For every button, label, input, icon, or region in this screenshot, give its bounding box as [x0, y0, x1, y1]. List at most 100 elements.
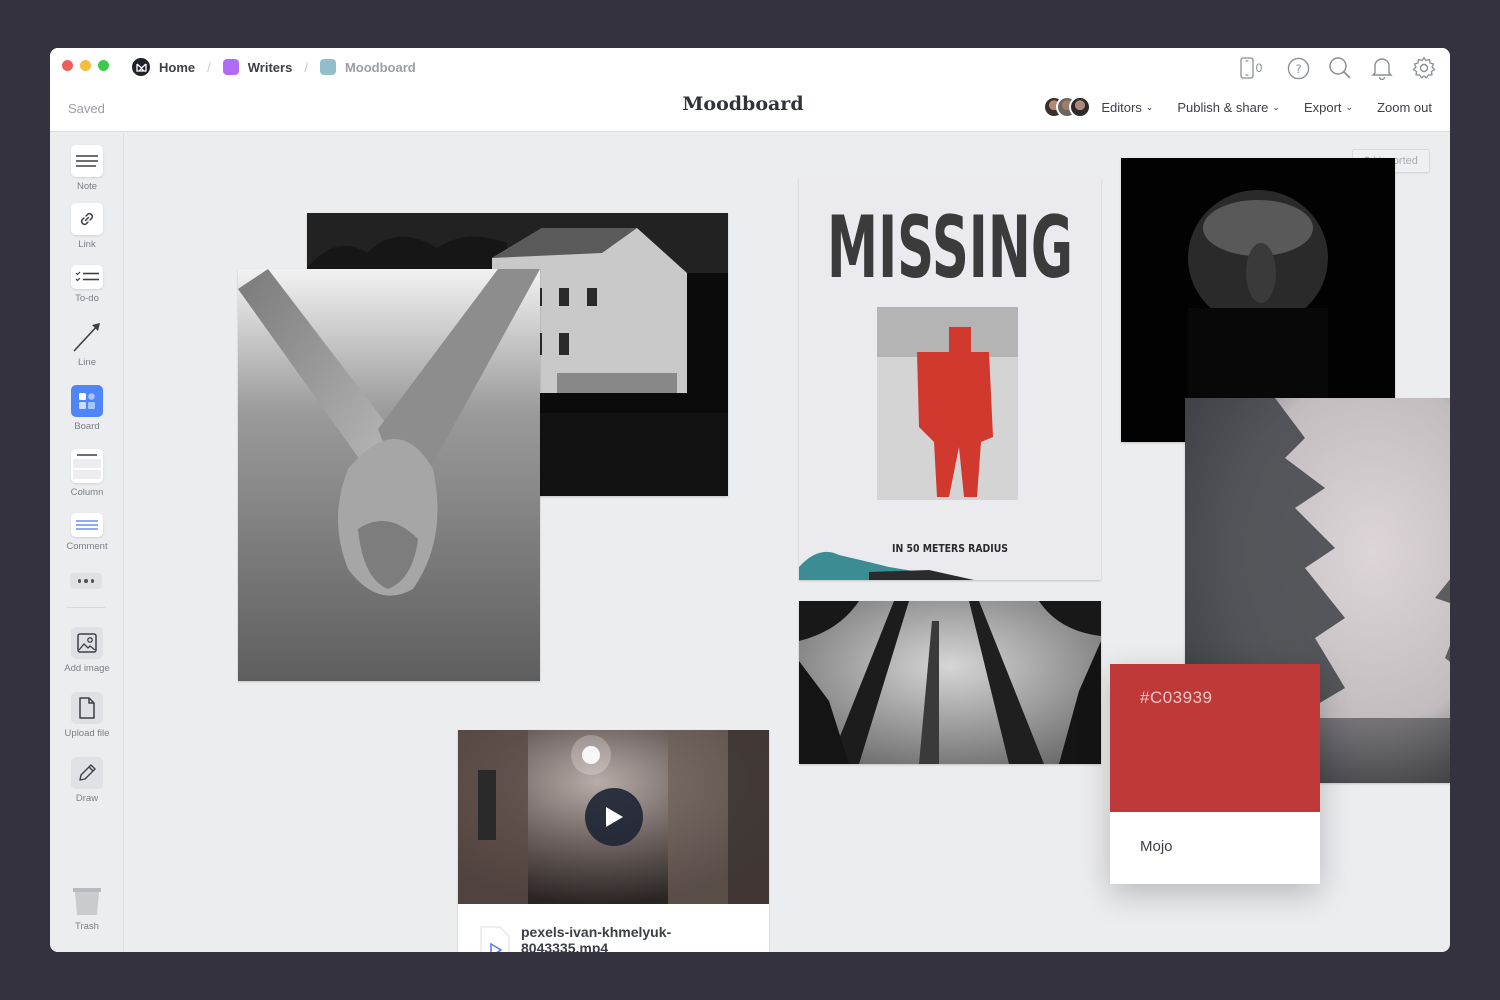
tool-add-image-box [71, 627, 103, 659]
tool-board[interactable]: Board [50, 385, 124, 432]
window-controls [62, 60, 109, 71]
video-file-name: pexels-ivan-khmelyuk-8043335.mp4 [521, 924, 672, 952]
trash-icon [73, 888, 101, 915]
trash-button[interactable]: Trash [50, 885, 124, 932]
tool-draw-box [71, 757, 103, 789]
breadcrumb-label: Writers [247, 59, 293, 75]
poster-subtitle: IN 50 METERS RADIUS [892, 542, 1008, 555]
chevron-down-icon: ⌄ [1145, 101, 1154, 112]
zoom-out-label: Zoom out [1377, 99, 1432, 115]
hands-image [238, 269, 540, 681]
top-bar: Home / Writers / Moodboard Saved Moodboa… [50, 48, 1450, 132]
export-dropdown[interactable]: Export ⌄ [1304, 100, 1353, 115]
svg-text:?: ? [1295, 61, 1301, 75]
tool-line[interactable]: Line [50, 321, 124, 368]
tool-column[interactable]: Column [50, 449, 124, 498]
publish-share-label: Publish & share [1177, 99, 1269, 115]
tool-label: Comment [66, 541, 108, 552]
tool-line-box [71, 321, 103, 353]
publish-share-dropdown[interactable]: Publish & share ⌄ [1177, 100, 1280, 115]
video-card[interactable]: pexels-ivan-khmelyuk-8043335.mp4 [458, 730, 769, 952]
help-button[interactable]: ? [1286, 56, 1310, 80]
editor-avatars [1043, 96, 1092, 118]
play-button[interactable] [585, 788, 643, 846]
swatch-color [1110, 664, 1320, 812]
export-label: Export [1303, 99, 1342, 115]
tool-todo-box [71, 265, 103, 289]
gear-icon [1412, 56, 1436, 79]
tool-add-image[interactable]: Add image [50, 627, 124, 674]
tool-link-box [71, 203, 103, 235]
close-window-button[interactable] [62, 60, 73, 71]
app-window: Home / Writers / Moodboard Saved Moodboa… [50, 48, 1450, 952]
board-color-square [319, 59, 336, 75]
help-icon: ? [1287, 57, 1309, 79]
tool-comment[interactable]: Comment [50, 513, 124, 552]
holding-hands-photo[interactable] [238, 269, 540, 681]
tool-upload-file[interactable]: Upload file [50, 692, 124, 739]
tool-sidebar: Note Link To-do Line Board Column Commen… [50, 133, 124, 952]
swatch-hex: #C03939 [1140, 688, 1213, 707]
tool-comment-box [71, 513, 103, 537]
pencil-icon [79, 764, 96, 781]
comment-icon [76, 520, 98, 530]
zoom-out-button[interactable]: Zoom out [1377, 100, 1432, 115]
missing-poster-photo[interactable]: MISSING IN 50 METERS RADIUS [799, 177, 1101, 580]
line-arrow-icon [73, 323, 100, 352]
more-dots-icon [90, 579, 95, 583]
breadcrumb-writers[interactable]: Writers [222, 59, 293, 75]
more-dots-icon [77, 579, 82, 583]
maximize-window-button[interactable] [98, 60, 109, 71]
tool-upload-file-box [71, 692, 103, 724]
todo-icon [75, 271, 99, 282]
tool-note[interactable]: Note [50, 145, 124, 192]
tool-link[interactable]: Link [50, 203, 124, 250]
search-button[interactable] [1328, 56, 1352, 80]
file-icon [79, 697, 95, 719]
column-icon [73, 454, 101, 479]
play-icon [606, 807, 623, 827]
bell-icon [1371, 58, 1393, 80]
settings-button[interactable] [1412, 56, 1436, 80]
mobile-device-button[interactable]: 0 [1234, 56, 1268, 80]
milanote-logo-icon [132, 58, 150, 76]
device-count: 0 [1255, 61, 1263, 75]
board-color-square [222, 59, 239, 75]
image-icon [77, 633, 97, 653]
tool-label: Upload file [64, 728, 110, 739]
tool-label: Board [74, 421, 100, 432]
breadcrumb-label: Home [159, 59, 196, 75]
breadcrumb-home[interactable]: Home [132, 58, 195, 76]
tool-label: Link [78, 239, 96, 250]
tool-board-box [71, 385, 103, 417]
tool-label: Trash [75, 921, 99, 932]
top-icons: 0 ? [1234, 56, 1436, 80]
swatch-name: Mojo [1140, 838, 1173, 855]
editors-label: Editors [1101, 99, 1142, 115]
trash-box [71, 885, 103, 917]
note-icon [76, 155, 98, 167]
tool-todo[interactable]: To-do [50, 265, 124, 304]
missing-poster-image: MISSING IN 50 METERS RADIUS [799, 177, 1101, 580]
video-file-info: pexels-ivan-khmelyuk-8043335.mp4 [458, 904, 769, 952]
tool-label: Add image [64, 663, 110, 674]
breadcrumb-separator: / [304, 59, 308, 75]
forest-canopy-image [799, 601, 1101, 764]
search-icon [1329, 57, 1351, 79]
header-actions: Editors ⌄ Publish & share ⌄ Export ⌄ Zoo… [1043, 96, 1432, 118]
breadcrumb-separator: / [207, 59, 211, 75]
color-swatch-card[interactable]: #C03939 Mojo [1110, 664, 1320, 884]
notifications-button[interactable] [1370, 56, 1394, 80]
board-icon [79, 393, 95, 409]
editors-dropdown[interactable]: Editors ⌄ [1043, 96, 1153, 118]
breadcrumb-moodboard[interactable]: Moodboard [319, 59, 416, 75]
tool-label: Line [78, 357, 96, 368]
board-canvas[interactable]: 0 Unsorted [125, 133, 1450, 952]
breadcrumb: Home / Writers / Moodboard [132, 58, 416, 76]
tool-draw[interactable]: Draw [50, 757, 124, 804]
forest-canopy-photo[interactable] [799, 601, 1101, 764]
poster-title: MISSING [827, 198, 1073, 298]
minimize-window-button[interactable] [80, 60, 91, 71]
tool-label: Note [76, 181, 98, 192]
more-tools-button[interactable] [70, 573, 102, 589]
